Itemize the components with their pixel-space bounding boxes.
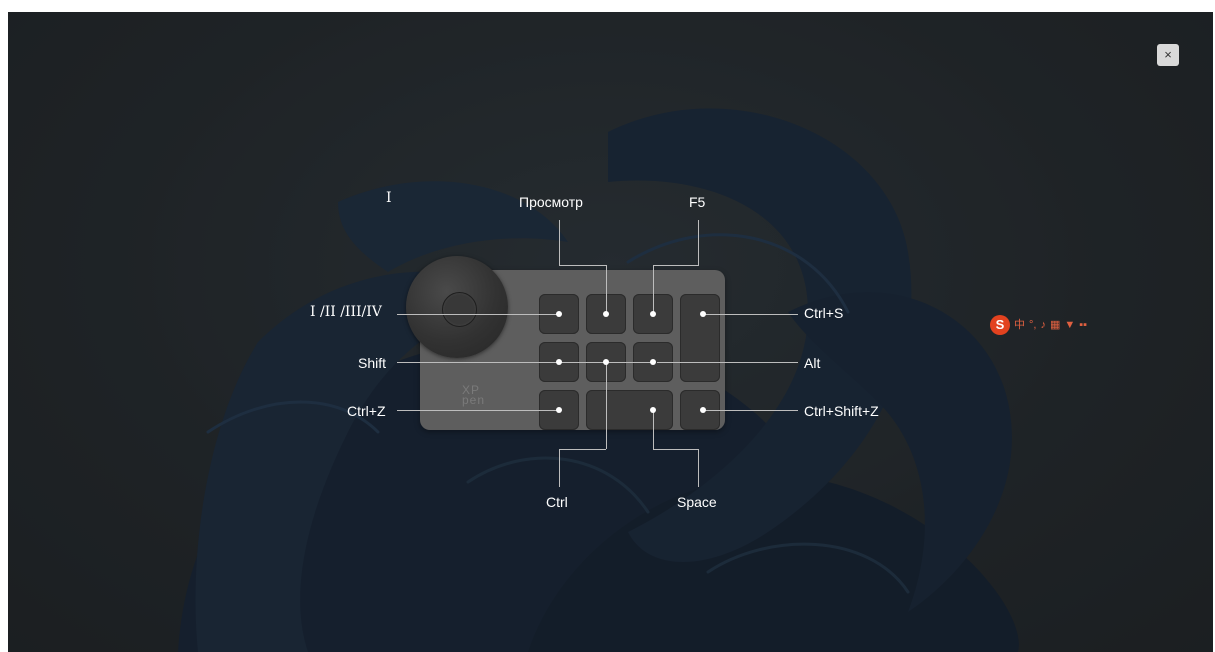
- line-row2-left: [397, 362, 654, 363]
- line-space-v2: [698, 449, 699, 487]
- line-space-v1: [653, 410, 654, 449]
- label-dial-top: I: [386, 190, 392, 206]
- label-key-prosmotr: Просмотр: [519, 194, 583, 210]
- line-ctrl-h: [559, 449, 606, 450]
- microphone-icon[interactable]: ♪: [1040, 318, 1046, 332]
- grid-icon[interactable]: ▪▪: [1079, 318, 1087, 332]
- line-row3-left: [397, 410, 557, 411]
- label-key-shift: Shift: [358, 355, 387, 371]
- label-dial-modes: I /II /III/IV: [310, 304, 382, 320]
- line-f5-h: [653, 265, 699, 266]
- key-dot-r2c3: [650, 359, 656, 365]
- line-row3-right: [703, 410, 798, 411]
- key-dot-r1c1: [556, 311, 562, 317]
- key-r3-wide: [586, 390, 673, 430]
- key-r1c4-tall: [680, 294, 720, 382]
- label-key-f5: F5: [689, 194, 706, 210]
- line-prosmotr-h: [559, 265, 606, 266]
- line-f5-v1: [698, 220, 699, 265]
- close-button[interactable]: ×: [1157, 44, 1179, 66]
- label-key-ctrl-z: Ctrl+Z: [347, 403, 386, 419]
- line-f5-v2: [653, 265, 654, 314]
- line-prosmotr-v2: [606, 265, 607, 314]
- line-ctrl-v2: [559, 449, 560, 487]
- key-dot-r1c4: [700, 311, 706, 317]
- sogou-s-icon[interactable]: S: [990, 315, 1010, 335]
- line-row1-right: [703, 314, 798, 315]
- key-dot-r2c2: [603, 359, 609, 365]
- label-key-alt: Alt: [804, 355, 821, 371]
- skin-icon[interactable]: ▼: [1064, 318, 1075, 332]
- key-dot-r3c1: [556, 407, 562, 413]
- roller-center-button: [442, 292, 477, 327]
- label-key-ctrl-s: Ctrl+S: [804, 305, 844, 321]
- punctuation-icon[interactable]: °,: [1029, 318, 1036, 332]
- label-key-ctrl-shift-z: Ctrl+Shift+Z: [804, 403, 879, 419]
- xp-pen-logo: XP pen: [462, 383, 486, 407]
- key-dot-r1c3: [650, 311, 656, 317]
- line-row2-right: [657, 362, 798, 363]
- key-dot-r1c2: [603, 311, 609, 317]
- key-dot-r2c1: [556, 359, 562, 365]
- line-ctrl-v1: [606, 362, 607, 449]
- key-dot-r3-wide: [650, 407, 656, 413]
- key-dot-r3c4: [700, 407, 706, 413]
- line-space-h: [653, 449, 699, 450]
- ime-toolbar[interactable]: S 中 °, ♪ ▦ ▼ ▪▪: [990, 315, 1087, 335]
- line-prosmotr-v1: [559, 220, 560, 265]
- chinese-mode-icon[interactable]: 中: [1014, 318, 1025, 332]
- line-dial-left: [397, 314, 557, 315]
- keyboard-icon[interactable]: ▦: [1050, 318, 1060, 332]
- label-key-space: Space: [677, 494, 717, 510]
- label-key-ctrl: Ctrl: [546, 494, 568, 510]
